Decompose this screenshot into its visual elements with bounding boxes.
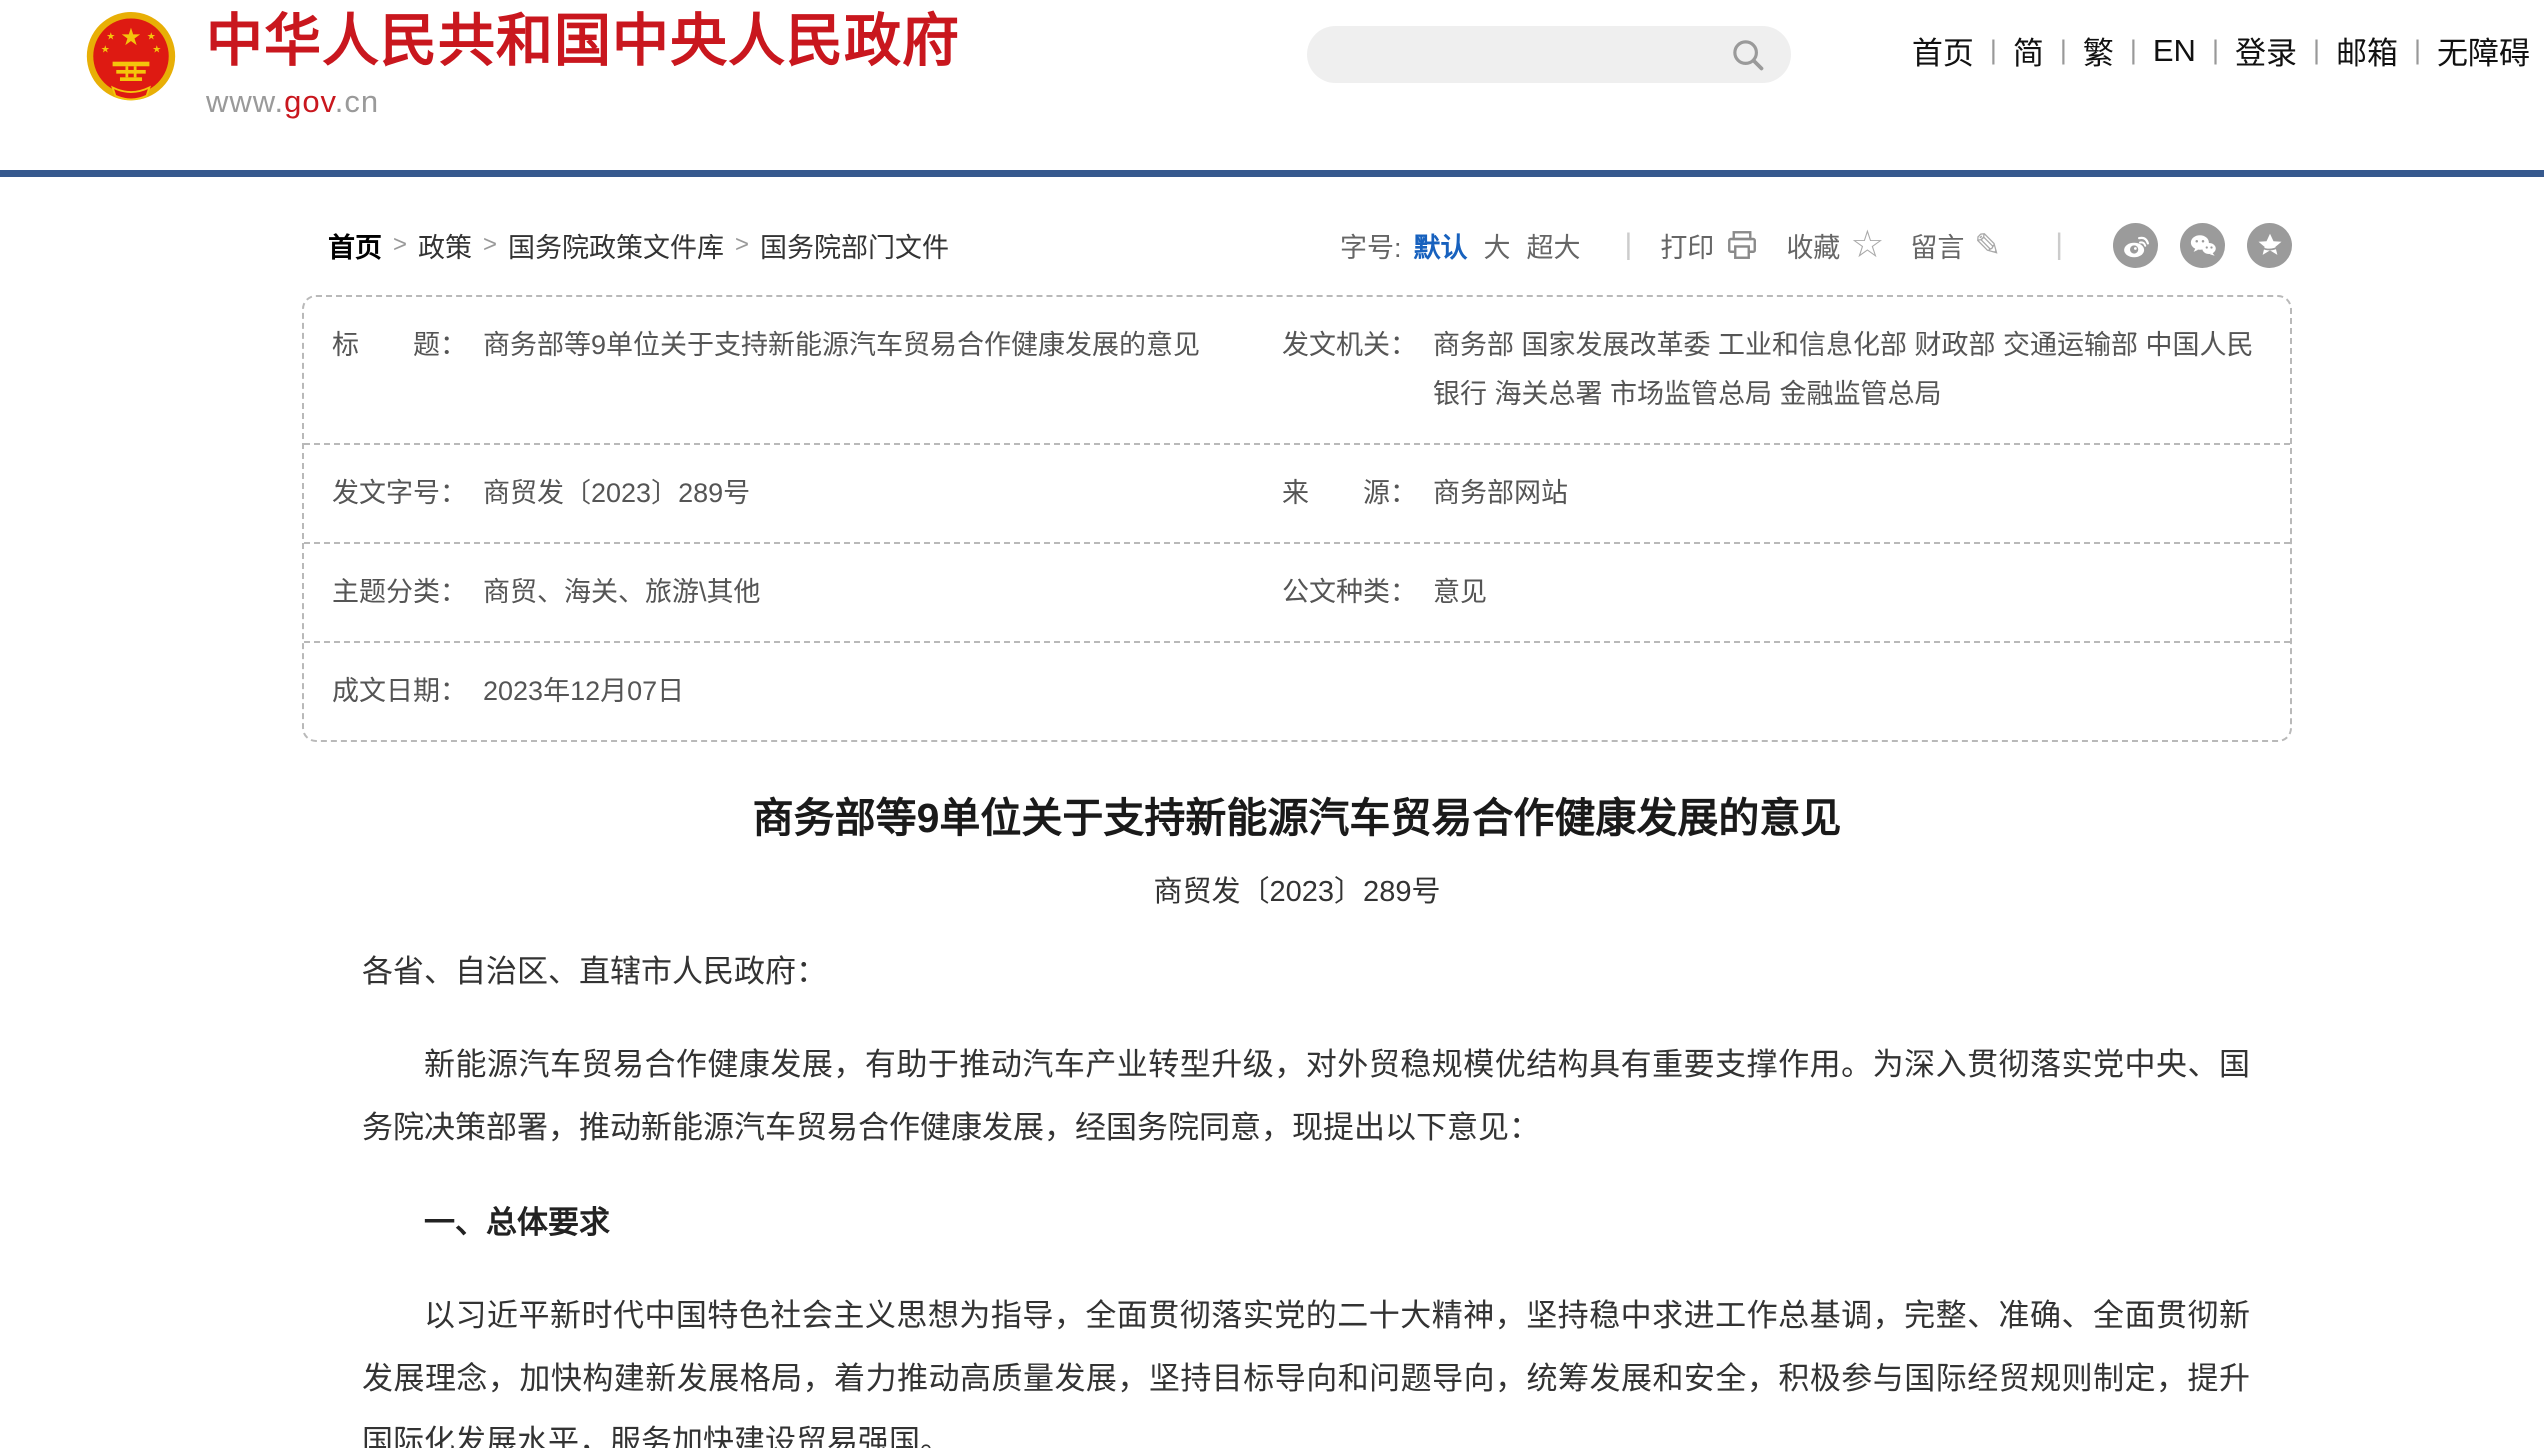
font-size-large-button[interactable]: 大	[1484, 226, 1511, 265]
national-emblem-icon: ★ ★ ★ ★ ★	[85, 8, 177, 108]
pencil-icon: ✎	[1974, 230, 2001, 260]
document-number: 商贸发〔2023〕289号	[302, 868, 2292, 910]
meta-label-date: 成文日期：	[332, 667, 467, 716]
meta-value-doc-type: 意见	[1433, 568, 1487, 617]
document-meta-table: 标 题： 商务部等9单位关于支持新能源汽车贸易合作健康发展的意见 发文机关： 商…	[302, 295, 2292, 742]
section-heading: 一、总体要求	[362, 1191, 2250, 1254]
nav-accessibility[interactable]: 无障碍	[2437, 28, 2530, 73]
svg-text:★: ★	[147, 32, 156, 43]
site-url: www.gov.cn	[206, 84, 960, 120]
site-header: ★ ★ ★ ★ ★ 中华人民共和国中央人民政府 www.gov.cn 首页 | …	[0, 0, 2544, 177]
font-size-default-button[interactable]: 默认	[1414, 226, 1468, 265]
printer-icon	[1724, 227, 1760, 263]
svg-text:★: ★	[152, 44, 161, 55]
search-icon[interactable]	[1729, 36, 1767, 74]
breadcrumb-policy-library[interactable]: 国务院政策文件库	[508, 226, 724, 265]
meta-value-doc-number: 商贸发〔2023〕289号	[483, 469, 750, 518]
table-row: 标 题： 商务部等9单位关于支持新能源汽车贸易合作健康发展的意见 发文机关： 商…	[304, 297, 2290, 445]
salutation: 各省、自治区、直辖市人民政府：	[362, 940, 2250, 1003]
toolbar: 字号: 默认 大 超大 | 打印 收藏 ☆ 留言 ✎ |	[1340, 223, 2292, 268]
star-icon: ☆	[1850, 230, 1884, 260]
svg-text:★: ★	[120, 24, 141, 51]
share-icons	[2091, 223, 2292, 268]
page-title: 商务部等9单位关于支持新能源汽车贸易合作健康发展的意见	[302, 792, 2292, 844]
svg-text:★: ★	[106, 32, 115, 43]
breadcrumb-policy[interactable]: 政策	[418, 226, 472, 265]
favorite-button[interactable]: 收藏 ☆	[1786, 226, 1884, 265]
meta-label-title: 标 题：	[332, 321, 467, 370]
wechat-icon[interactable]	[2180, 223, 2225, 268]
top-nav: 首页 | 简 | 繁 | EN | 登录 | 邮箱 | 无障碍	[1912, 28, 2530, 73]
table-row: 发文字号： 商贸发〔2023〕289号 来 源： 商务部网站	[304, 445, 2290, 544]
breadcrumb: 首页 > 政策 > 国务院政策文件库 > 国务院部门文件	[302, 226, 949, 265]
qzone-icon[interactable]	[2247, 223, 2292, 268]
nav-traditional[interactable]: 繁	[2083, 28, 2114, 73]
content-wrapper: 首页 > 政策 > 国务院政策文件库 > 国务院部门文件 字号: 默认 大 超大…	[302, 221, 2292, 1448]
meta-value-source: 商务部网站	[1433, 469, 1568, 518]
meta-value-topic-category: 商贸、海关、旅游\其他	[483, 568, 761, 617]
nav-mail[interactable]: 邮箱	[2336, 28, 2398, 73]
site-logo-link[interactable]: 中华人民共和国中央人民政府 www.gov.cn	[206, 4, 960, 120]
meta-label-doc-type: 公文种类：	[1282, 568, 1417, 617]
svg-text:★: ★	[101, 44, 110, 55]
meta-value-title: 商务部等9单位关于支持新能源汽车贸易合作健康发展的意见	[483, 321, 1200, 370]
meta-value-date: 2023年12月07日	[483, 667, 684, 716]
meta-label-topic-category: 主题分类：	[332, 568, 467, 617]
nav-home[interactable]: 首页	[1912, 28, 1974, 73]
nav-simplified[interactable]: 简	[2013, 28, 2044, 73]
meta-label-source: 来 源：	[1282, 469, 1417, 518]
print-button[interactable]: 打印	[1660, 226, 1760, 265]
meta-label-issuing-agency: 发文机关：	[1282, 321, 1417, 370]
comment-button[interactable]: 留言 ✎	[1910, 226, 2001, 265]
font-size-label: 字号:	[1340, 226, 1402, 265]
paragraph: 以习近平新时代中国特色社会主义思想为指导，全面贯彻落实党的二十大精神，坚持稳中求…	[362, 1284, 2250, 1448]
meta-label-doc-number: 发文字号：	[332, 469, 467, 518]
search-box	[1307, 26, 1791, 83]
paragraph: 新能源汽车贸易合作健康发展，有助于推动汽车产业转型升级，对外贸稳规模优结构具有重…	[362, 1033, 2250, 1159]
breadcrumb-home[interactable]: 首页	[328, 226, 382, 265]
meta-value-issuing-agency: 商务部 国家发展改革委 工业和信息化部 财政部 交通运输部 中国人民银行 海关总…	[1433, 321, 2266, 419]
table-row: 成文日期： 2023年12月07日	[304, 643, 2290, 740]
topbar: 首页 > 政策 > 国务院政策文件库 > 国务院部门文件 字号: 默认 大 超大…	[302, 221, 2292, 269]
site-title: 中华人民共和国中央人民政府	[206, 4, 960, 78]
table-row: 主题分类： 商贸、海关、旅游\其他 公文种类： 意见	[304, 544, 2290, 643]
nav-login[interactable]: 登录	[2235, 28, 2297, 73]
breadcrumb-current: 国务院部门文件	[760, 226, 949, 265]
document-body: 各省、自治区、直辖市人民政府： 新能源汽车贸易合作健康发展，有助于推动汽车产业转…	[362, 940, 2250, 1448]
nav-english[interactable]: EN	[2153, 33, 2196, 69]
search-input[interactable]	[1307, 26, 1791, 83]
font-size-xlarge-button[interactable]: 超大	[1527, 226, 1581, 265]
weibo-icon[interactable]	[2113, 223, 2158, 268]
meta-cell-empty	[1272, 643, 2290, 740]
